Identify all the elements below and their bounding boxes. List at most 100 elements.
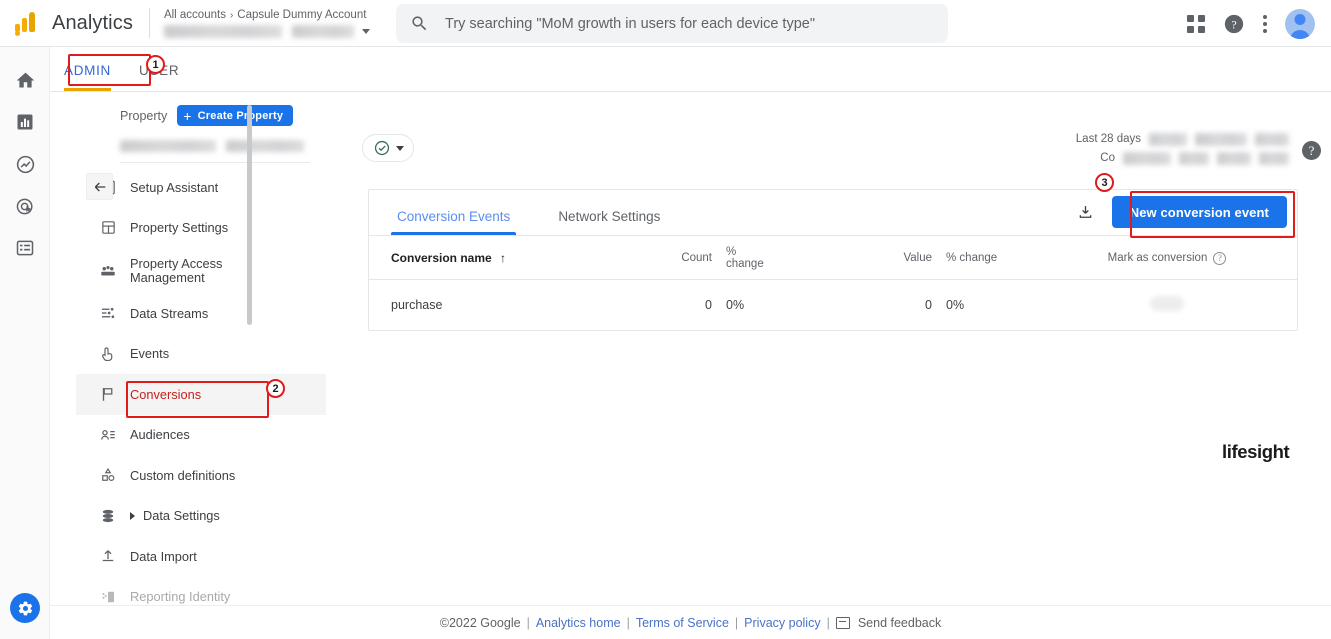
chevron-right-icon[interactable]: [130, 511, 135, 520]
data-streams-icon: [96, 304, 120, 322]
conversion-events-table: Conversion name ↑ Count % change Value %…: [369, 236, 1297, 330]
analytics-logo-icon: [14, 10, 40, 36]
rail-item-home[interactable]: [0, 59, 50, 101]
date-end-redacted: [1195, 132, 1247, 146]
menu-item-events[interactable]: Events: [76, 334, 326, 375]
date-range-display[interactable]: Last 28 days Co: [1076, 131, 1289, 166]
rail-item-admin-gear[interactable]: [10, 593, 40, 623]
property-name-redacted: [291, 25, 354, 38]
help-icon[interactable]: ?: [1223, 13, 1245, 35]
header-divider: [148, 8, 150, 38]
account-avatar[interactable]: [1285, 8, 1315, 39]
rail-item-advertising[interactable]: [0, 185, 50, 227]
column-count-change[interactable]: % change: [712, 236, 812, 280]
cell-conversion-name: purchase: [391, 298, 443, 312]
menu-item-audiences[interactable]: Audiences: [76, 415, 326, 456]
cell-mark-as-conversion[interactable]: [1037, 280, 1297, 331]
search-input[interactable]: [443, 14, 923, 33]
table-row[interactable]: purchase 0 0% 0 0%: [369, 280, 1297, 331]
menu-item-label: Events: [130, 346, 170, 362]
tab-user[interactable]: USER: [125, 63, 193, 91]
header-actions: ?: [1187, 0, 1315, 47]
column-value-change[interactable]: % change: [932, 236, 1037, 280]
breadcrumb-separator-icon: ›: [229, 10, 234, 21]
menu-item-property-access-management[interactable]: Property Access Management: [76, 248, 326, 293]
column-conversion-name[interactable]: Conversion name ↑: [369, 236, 642, 280]
main-content: Last 28 days Co ? Conversion Events Netw…: [340, 93, 1331, 605]
audiences-icon: [96, 426, 120, 444]
menu-item-label: Conversions: [130, 386, 202, 402]
rail-item-explore[interactable]: [0, 143, 50, 185]
download-icon[interactable]: [1074, 200, 1098, 224]
menu-item-custom-definitions[interactable]: Custom definitions: [76, 455, 326, 496]
menu-item-setup-assistant[interactable]: Setup Assistant: [76, 167, 326, 208]
lifesight-watermark: lifesight: [1222, 441, 1290, 462]
menu-item-label: Data Settings: [143, 508, 220, 524]
tab-conversion-events[interactable]: Conversion Events: [391, 209, 517, 235]
chevron-down-icon[interactable]: [395, 145, 404, 151]
chevron-down-icon[interactable]: [361, 29, 370, 34]
menu-item-property-settings[interactable]: Property Settings: [76, 208, 326, 249]
rail-item-reports[interactable]: [0, 101, 50, 143]
create-property-button[interactable]: + Create Property: [177, 105, 294, 126]
apps-grid-icon[interactable]: [1187, 14, 1205, 33]
brand-name: Analytics: [52, 11, 133, 34]
sort-arrow-up-icon[interactable]: ↑: [500, 251, 506, 265]
property-panel-scrollbar[interactable]: [247, 105, 252, 325]
menu-item-data-streams[interactable]: Data Streams: [76, 293, 326, 334]
arrow-back-icon: [94, 182, 105, 191]
flag-icon: [96, 385, 120, 403]
tab-admin[interactable]: ADMIN: [50, 63, 125, 91]
footer-link-privacy-policy[interactable]: Privacy policy: [744, 616, 820, 630]
cell-value: 0: [925, 298, 932, 312]
breadcrumb-root[interactable]: All accounts: [164, 9, 226, 21]
menu-item-data-import[interactable]: Data Import: [76, 536, 326, 577]
menu-item-conversions[interactable]: Conversions: [76, 374, 326, 415]
date-range-compare-label: Co: [1100, 152, 1115, 164]
footer-send-feedback[interactable]: Send feedback: [858, 616, 941, 630]
footer-link-terms-of-service[interactable]: Terms of Service: [636, 616, 729, 630]
footer-separator: |: [626, 615, 630, 630]
property-settings-icon: [96, 219, 120, 236]
reports-icon: [17, 114, 33, 130]
property-menu: Setup Assistant Property Settings Proper…: [76, 167, 326, 613]
menu-item-data-settings[interactable]: Data Settings: [76, 496, 326, 537]
account-selector[interactable]: All accounts › Capsule Dummy Account: [163, 8, 384, 38]
explore-icon: [16, 155, 34, 173]
collapse-panel-button[interactable]: [86, 173, 113, 200]
gear-icon: [18, 601, 32, 615]
date-extra-redacted: [1255, 132, 1289, 146]
column-value[interactable]: Value: [812, 236, 932, 280]
account-name-row[interactable]: [163, 25, 384, 38]
page-footer: ©2022 Google | Analytics home | Terms of…: [50, 605, 1331, 639]
column-count[interactable]: Count: [642, 236, 712, 280]
rail-item-configure[interactable]: [0, 227, 50, 269]
new-conversion-event-button[interactable]: New conversion event: [1111, 196, 1287, 228]
cell-count: 0: [705, 298, 712, 312]
breadcrumb-current[interactable]: Capsule Dummy Account: [237, 9, 366, 21]
column-mark-as-conversion: Mark as conversion ?: [1037, 236, 1297, 280]
date-range-help-icon[interactable]: ?: [1302, 141, 1321, 160]
plus-icon: +: [183, 107, 192, 124]
footer-link-analytics-home[interactable]: Analytics home: [536, 616, 621, 630]
footer-separator: |: [826, 615, 830, 630]
admin-user-tabbar: ADMIN USER: [50, 47, 1331, 92]
menu-item-label: Property Access Management: [130, 255, 223, 285]
menu-item-label: Reporting Identity: [130, 589, 231, 605]
advertising-icon: [16, 198, 33, 214]
tab-network-settings[interactable]: Network Settings: [552, 209, 666, 235]
menu-item-label: Data Streams: [130, 305, 209, 321]
help-icon[interactable]: ?: [1213, 251, 1227, 265]
menu-item-label: Setup Assistant: [130, 179, 219, 195]
mark-as-conversion-toggle[interactable]: [1150, 296, 1184, 311]
property-panel-header: Property + Create Property: [76, 93, 326, 134]
analytics-admin-screen: Analytics All accounts › Capsule Dummy Acc…: [0, 0, 1331, 639]
more-vert-icon[interactable]: [1263, 14, 1267, 33]
card-actions: New conversion event: [1074, 196, 1287, 228]
events-icon: [96, 345, 120, 363]
compare-b-redacted: [1179, 151, 1209, 165]
feedback-icon: [835, 616, 850, 629]
data-status-selector[interactable]: [362, 134, 414, 162]
global-search[interactable]: [396, 4, 948, 43]
configure-icon: [16, 240, 34, 256]
